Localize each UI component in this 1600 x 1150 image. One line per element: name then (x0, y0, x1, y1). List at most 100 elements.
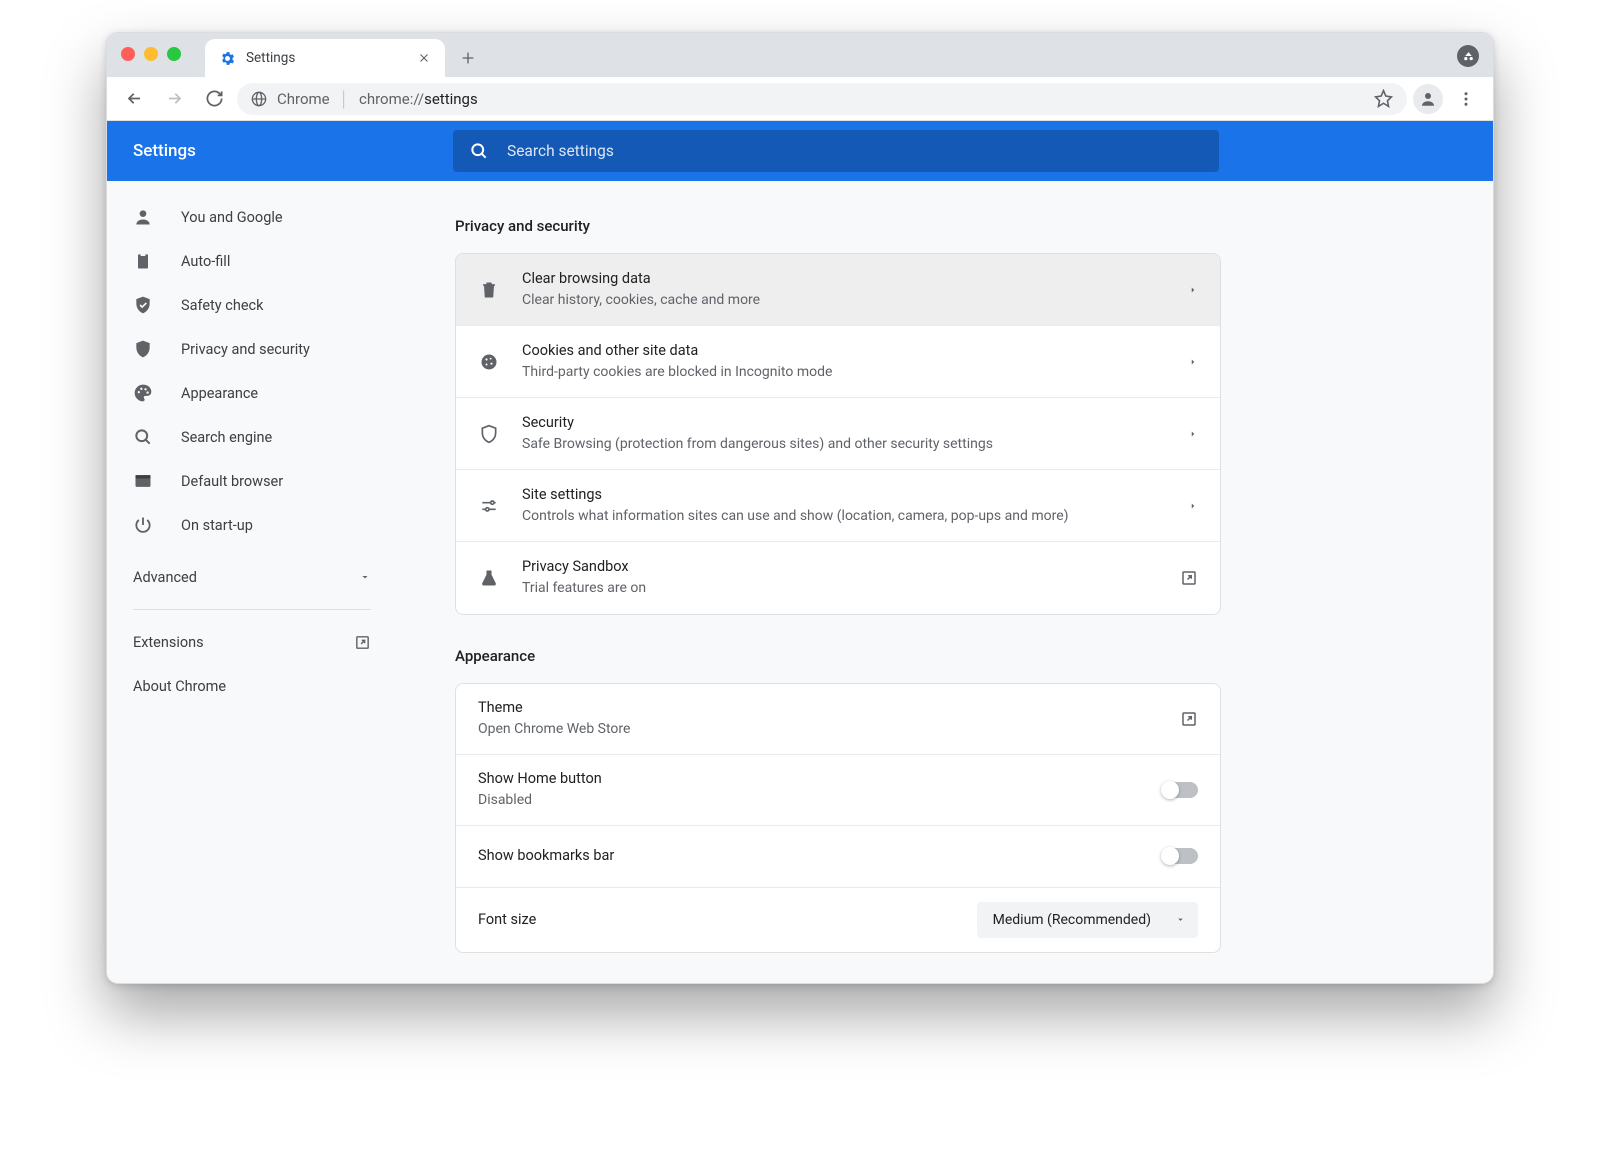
sidebar-item-label: Appearance (181, 385, 258, 402)
sidebar-item-appearance[interactable]: Appearance (107, 371, 397, 415)
row-subtitle: Disabled (478, 791, 1140, 811)
chevron-right-icon (1188, 357, 1198, 367)
kebab-menu-button[interactable] (1449, 82, 1483, 116)
tab-title: Settings (246, 50, 295, 66)
row-privacy-sandbox[interactable]: Privacy SandboxTrial features are on (456, 542, 1220, 614)
forward-button[interactable] (157, 82, 191, 116)
window-controls (121, 47, 181, 61)
row-title: Privacy Sandbox (522, 557, 1158, 577)
chevron-down-icon (1175, 914, 1186, 925)
open-external-icon (1180, 569, 1198, 587)
open-external-icon (354, 634, 371, 651)
site-info-icon[interactable] (251, 91, 267, 107)
row-title: Security (522, 413, 1166, 433)
minimize-window-button[interactable] (144, 47, 158, 61)
sidebar-item-safety-check[interactable]: Safety check (107, 283, 397, 327)
row-title: Site settings (522, 485, 1166, 505)
palette-icon (133, 383, 153, 403)
home-button-toggle[interactable] (1162, 782, 1198, 798)
omnibox-chrome-label: Chrome (277, 90, 330, 108)
row-subtitle: Clear history, cookies, cache and more (522, 291, 1166, 311)
shield-check-icon (133, 295, 153, 315)
sidebar-item-label: Search engine (181, 429, 272, 446)
bookmark-star-icon[interactable] (1374, 89, 1393, 108)
appearance-card: ThemeOpen Chrome Web Store Show Home but… (455, 683, 1221, 953)
row-home-button: Show Home buttonDisabled (456, 755, 1220, 826)
sidebar-item-label: On start-up (181, 517, 253, 534)
row-title: Font size (478, 910, 955, 930)
section-title-appearance: Appearance (455, 647, 1221, 665)
omnibox-path: settings (424, 90, 478, 108)
clipboard-icon (133, 251, 153, 271)
chevron-down-icon (359, 571, 371, 583)
back-button[interactable] (117, 82, 151, 116)
profile-avatar-button[interactable] (1413, 84, 1443, 114)
sidebar-item-label: About Chrome (133, 678, 226, 695)
sidebar-item-privacy[interactable]: Privacy and security (107, 327, 397, 371)
row-theme[interactable]: ThemeOpen Chrome Web Store (456, 684, 1220, 755)
sidebar-item-label: You and Google (181, 209, 283, 226)
sidebar-item-label: Extensions (133, 634, 204, 651)
incognito-badge-icon (1457, 45, 1479, 67)
chevron-right-icon (1188, 285, 1198, 295)
sidebar-item-advanced[interactable]: Advanced (107, 555, 397, 599)
sidebar-item-label: Safety check (181, 297, 263, 314)
sidebar-item-about[interactable]: About Chrome (107, 664, 397, 708)
sidebar-item-label: Privacy and security (181, 341, 310, 358)
search-settings-input[interactable] (507, 142, 1203, 160)
shield-icon (133, 339, 153, 359)
close-window-button[interactable] (121, 47, 135, 61)
search-settings-field[interactable] (453, 130, 1219, 172)
sliders-icon (478, 496, 500, 516)
maximize-window-button[interactable] (167, 47, 181, 61)
sidebar-item-autofill[interactable]: Auto-fill (107, 239, 397, 283)
row-subtitle: Safe Browsing (protection from dangerous… (522, 435, 1166, 455)
titlebar: Settings (107, 33, 1493, 77)
section-title-privacy: Privacy and security (455, 217, 1221, 235)
privacy-card: Clear browsing dataClear history, cookie… (455, 253, 1221, 615)
trash-icon (478, 280, 500, 300)
sidebar-item-startup[interactable]: On start-up (107, 503, 397, 547)
search-icon (469, 141, 489, 161)
new-tab-button[interactable] (451, 41, 485, 75)
sidebar-item-extensions[interactable]: Extensions (107, 620, 397, 664)
row-subtitle: Trial features are on (522, 579, 1158, 599)
row-title: Cookies and other site data (522, 341, 1166, 361)
tab-settings[interactable]: Settings (205, 39, 445, 77)
bookmarks-bar-toggle[interactable] (1162, 848, 1198, 864)
reload-button[interactable] (197, 82, 231, 116)
flask-icon (478, 568, 500, 588)
browser-window: Settings (106, 32, 1494, 984)
sidebar-item-label: Default browser (181, 473, 283, 490)
sidebar-item-you-and-google[interactable]: You and Google (107, 195, 397, 239)
sidebar-item-label: Advanced (133, 569, 197, 586)
row-clear-browsing-data[interactable]: Clear browsing dataClear history, cookie… (456, 254, 1220, 326)
gear-icon (219, 50, 236, 67)
dropdown-value: Medium (Recommended) (993, 912, 1151, 928)
row-title: Theme (478, 698, 1158, 718)
settings-header: Settings (107, 121, 1493, 181)
row-site-settings[interactable]: Site settingsControls what information s… (456, 470, 1220, 542)
row-security[interactable]: SecuritySafe Browsing (protection from d… (456, 398, 1220, 470)
font-size-dropdown[interactable]: Medium (Recommended) (977, 902, 1198, 938)
cookie-icon (478, 352, 500, 372)
person-icon (133, 207, 153, 227)
row-cookies[interactable]: Cookies and other site dataThird-party c… (456, 326, 1220, 398)
omnibox[interactable]: Chrome │ chrome://settings (237, 83, 1407, 115)
row-title: Show Home button (478, 769, 1140, 789)
row-title: Clear browsing data (522, 269, 1166, 289)
sidebar-item-search-engine[interactable]: Search engine (107, 415, 397, 459)
chevron-right-icon (1188, 429, 1198, 439)
sidebar-item-default-browser[interactable]: Default browser (107, 459, 397, 503)
shield-icon (478, 424, 500, 444)
browser-icon (133, 471, 153, 491)
row-subtitle: Controls what information sites can use … (522, 507, 1166, 527)
close-tab-button[interactable] (415, 49, 433, 67)
sidebar-item-label: Auto-fill (181, 253, 230, 270)
chevron-right-icon (1188, 501, 1198, 511)
search-icon (133, 427, 153, 447)
open-external-icon (1180, 710, 1198, 728)
power-icon (133, 515, 153, 535)
settings-main: Privacy and security Clear browsing data… (397, 181, 1493, 983)
row-subtitle: Open Chrome Web Store (478, 720, 1158, 740)
